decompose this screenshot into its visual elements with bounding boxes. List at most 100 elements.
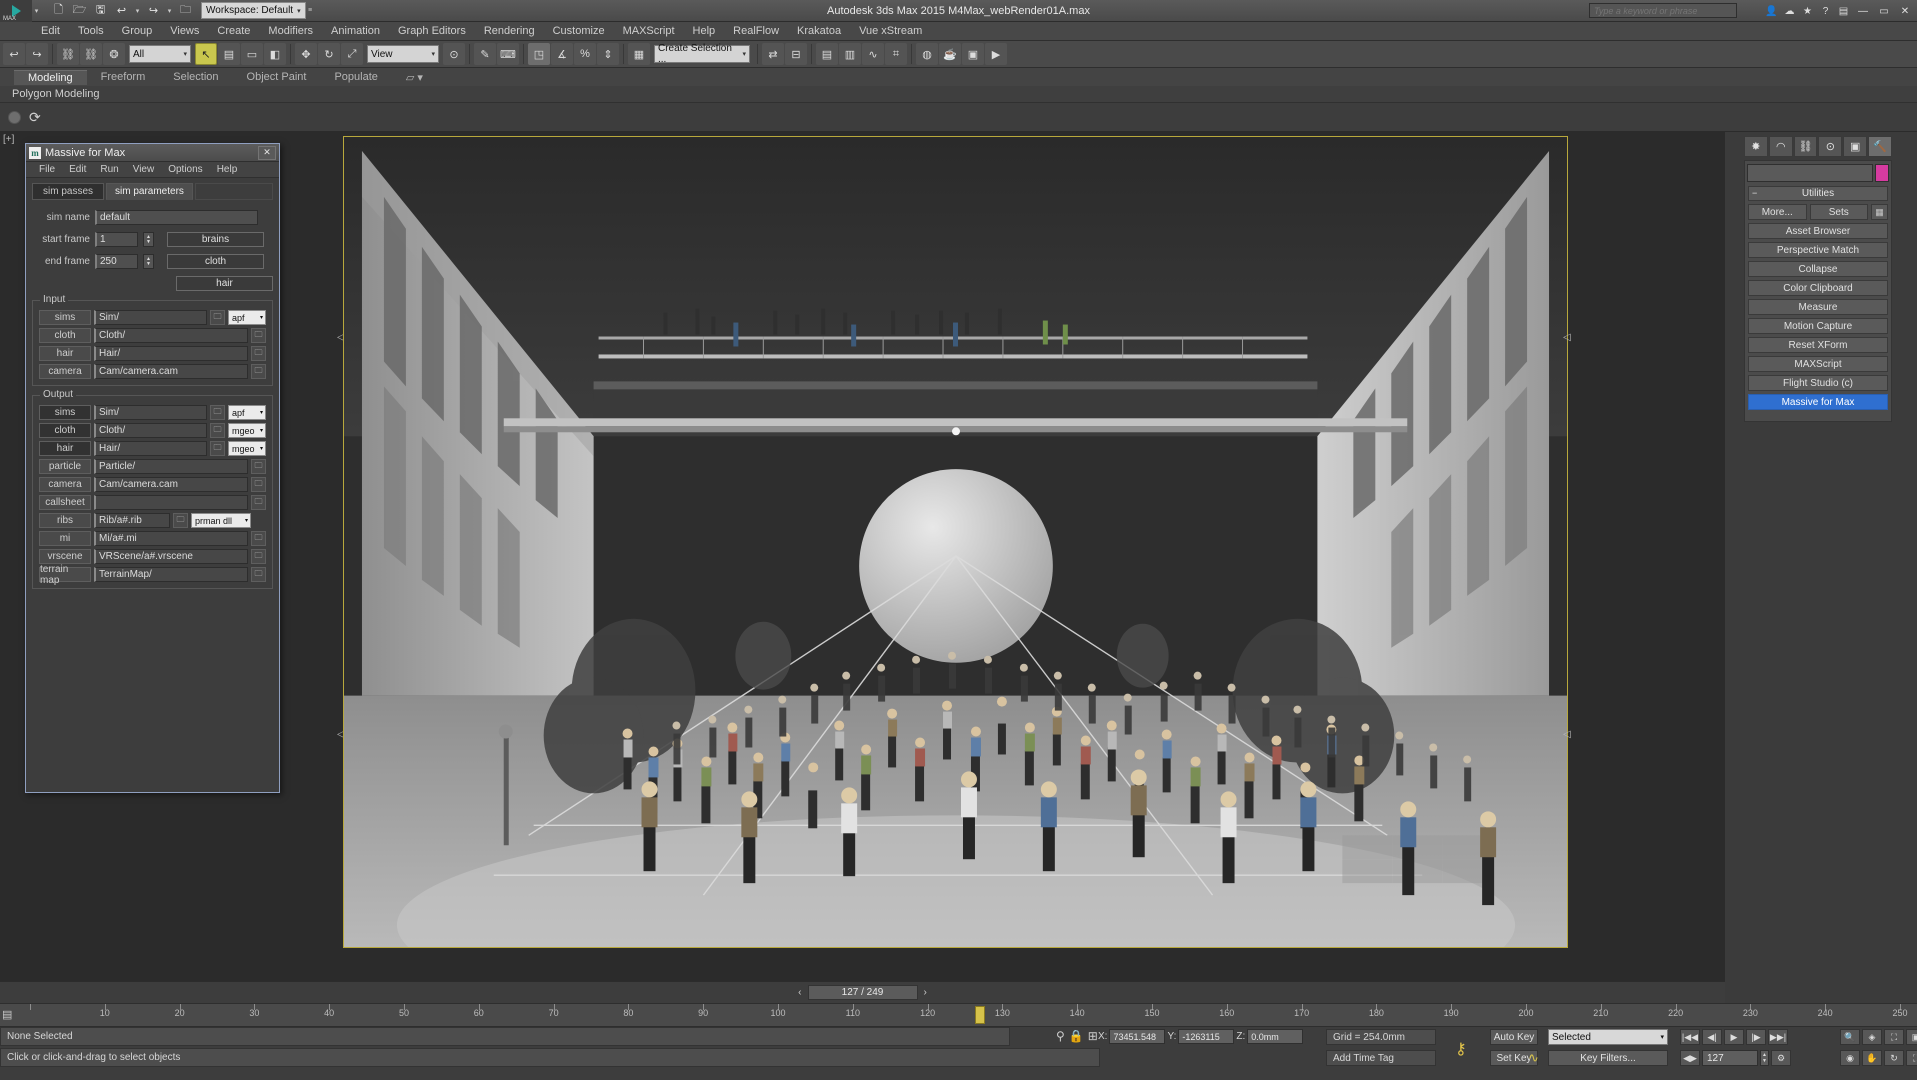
more-button[interactable]: More... [1748,204,1807,220]
utilities-tab-icon[interactable]: 🔨 [1868,136,1892,157]
output-terrain-map-browse-icon[interactable]: 🗀 [251,567,266,582]
max-logo[interactable]: MAX [0,0,32,22]
lock-selection-icon[interactable]: 🔒 [1069,1029,1084,1043]
output-vrscene-path[interactable]: VRScene/a#.vrscene [94,549,248,564]
polygon-modeling-dot-icon[interactable] [8,111,21,124]
new-file-icon[interactable]: 🗋 [49,2,68,20]
key-filters-button[interactable]: Key Filters... [1548,1050,1668,1066]
next-frame-icon[interactable]: |▶ [1746,1029,1766,1045]
ribbon-tab-freeform[interactable]: Freeform [87,70,160,84]
utility-measure[interactable]: Measure [1748,299,1888,315]
brains-button[interactable]: brains [167,232,264,247]
input-cloth-browse-icon[interactable]: 🗀 [251,328,266,343]
tab-sim-passes[interactable]: sim passes [32,183,104,200]
output-hair-label[interactable]: hair [39,441,91,456]
output-sims-browse-icon[interactable]: 🗀 [210,405,225,420]
start-frame-input[interactable]: 1 [95,232,138,247]
viewport-canvas[interactable] [343,136,1568,948]
keyboard-shortcut-override-icon[interactable]: ⌨ [497,43,519,65]
object-color-swatch[interactable] [1875,164,1889,182]
current-frame-spinner[interactable]: ▲▼ [1760,1050,1769,1066]
ribbon-tab-selection[interactable]: Selection [159,70,232,84]
schematic-view-icon[interactable]: ⌗ [885,43,907,65]
utility-reset-xform[interactable]: Reset XForm [1748,337,1888,353]
mirror-icon[interactable]: ⇄ [762,43,784,65]
viewport-right-arrow-icon-2[interactable]: ◁ [1563,729,1571,740]
menu-rendering[interactable]: Rendering [475,22,544,40]
tab-sim-parameters[interactable]: sim parameters [106,183,193,200]
menu-edit[interactable]: Edit [32,22,69,40]
dialog-menu-edit[interactable]: Edit [62,163,93,176]
help-icon[interactable]: ? [1817,2,1834,20]
angle-snap-toggle-icon[interactable]: ∡ [551,43,573,65]
zoom-region-icon[interactable]: ▣ [1906,1029,1917,1045]
output-cloth-format-dropdown[interactable]: mgeo ▾ [228,423,266,438]
select-object-icon[interactable]: ↖ [195,43,217,65]
ribbon-tab-populate[interactable]: Populate [320,70,391,84]
refresh-icon[interactable]: ⟳ [29,109,41,126]
undo-icon[interactable]: ↩ [3,43,25,65]
snaps-toggle-icon[interactable]: ◳ [528,43,550,65]
app-menu-caret-icon[interactable]: ▾ [32,0,41,22]
cloud-360-icon[interactable]: ☁ [1781,2,1798,20]
utility-flight-studio[interactable]: Flight Studio (c) [1748,375,1888,391]
ribbon-tab-object-paint[interactable]: Object Paint [233,70,321,84]
menu-animation[interactable]: Animation [322,22,389,40]
menu-create[interactable]: Create [208,22,259,40]
maximize-button[interactable]: ▭ [1874,2,1894,20]
menu-group[interactable]: Group [113,22,162,40]
output-cloth-path[interactable]: Cloth/ [94,423,207,438]
redo-icon[interactable]: ↪ [26,43,48,65]
utility-perspective-match[interactable]: Perspective Match [1748,242,1888,258]
y-coordinate-field[interactable]: -1263115 [1178,1029,1234,1044]
current-frame-input[interactable]: 127 [1702,1050,1758,1066]
output-hair-browse-icon[interactable]: 🗀 [210,441,225,456]
render-setup-icon[interactable]: ☕ [939,43,961,65]
dialog-menu-help[interactable]: Help [210,163,245,176]
key-mode-toggle-button-icon[interactable]: ◀▶ [1680,1050,1700,1066]
selection-filter-dropdown[interactable]: All ▾ [129,45,191,63]
bind-to-space-warp-icon[interactable]: ❂ [103,43,125,65]
select-and-link-icon[interactable]: ⛓ [57,43,79,65]
material-editor-icon[interactable]: ◍ [916,43,938,65]
utility-color-clipboard[interactable]: Color Clipboard [1748,280,1888,296]
cloth-button[interactable]: cloth [167,254,264,269]
output-callsheet-path[interactable] [94,495,248,510]
edit-named-selection-sets-icon[interactable]: ▦ [628,43,650,65]
output-vrscene-browse-icon[interactable]: 🗀 [251,549,266,564]
pan-view-icon[interactable]: ✋ [1862,1050,1882,1066]
menu-modifiers[interactable]: Modifiers [259,22,322,40]
sim-name-input[interactable]: default [95,210,258,225]
utilities-rollout-header[interactable]: − Utilities [1748,186,1888,201]
orbit-icon[interactable]: ↻ [1884,1050,1904,1066]
output-cloth-label[interactable]: cloth [39,423,91,438]
key-mode-toggle-icon[interactable]: ⚷ [1455,1039,1467,1059]
next-frame-icon[interactable]: › [924,987,927,998]
output-cloth-browse-icon[interactable]: 🗀 [210,423,225,438]
rectangular-selection-region-icon[interactable]: ▭ [241,43,263,65]
previous-frame-icon[interactable]: ◀| [1702,1029,1722,1045]
select-and-manipulate-icon[interactable]: ✎ [474,43,496,65]
undo-icon[interactable]: ↩ [112,2,131,20]
viewport-label[interactable]: [+] [3,134,14,145]
render-production-icon[interactable]: ▶ [985,43,1007,65]
hair-button[interactable]: hair [176,276,273,291]
workspace-overflow-icon[interactable]: ≡ [306,0,315,22]
play-animation-icon[interactable]: ▶ [1724,1029,1744,1045]
current-frame-display[interactable]: 127 / 249 [808,985,918,1000]
select-and-move-icon[interactable]: ✥ [295,43,317,65]
spinner-snap-toggle-icon[interactable]: ⇕ [597,43,619,65]
dialog-close-button[interactable]: ✕ [258,146,276,160]
dialog-menu-run[interactable]: Run [93,163,125,176]
display-tab-icon[interactable]: ▣ [1843,136,1867,157]
output-camera-browse-icon[interactable]: 🗀 [251,477,266,492]
field-of-view-icon[interactable]: ◉ [1840,1050,1860,1066]
output-ribs-renderer-dropdown[interactable]: prman dll ▾ [191,513,251,528]
dialog-menu-options[interactable]: Options [161,163,209,176]
menu-graph-editors[interactable]: Graph Editors [389,22,475,40]
massive-for-max-dialog[interactable]: m Massive for Max ✕ File Edit Run View O… [25,143,280,793]
reference-coordinate-dropdown[interactable]: View ▾ [367,45,439,63]
open-file-icon[interactable]: 🗁 [70,2,89,20]
save-file-icon[interactable]: 🖫 [91,2,110,20]
select-and-rotate-icon[interactable]: ↻ [318,43,340,65]
